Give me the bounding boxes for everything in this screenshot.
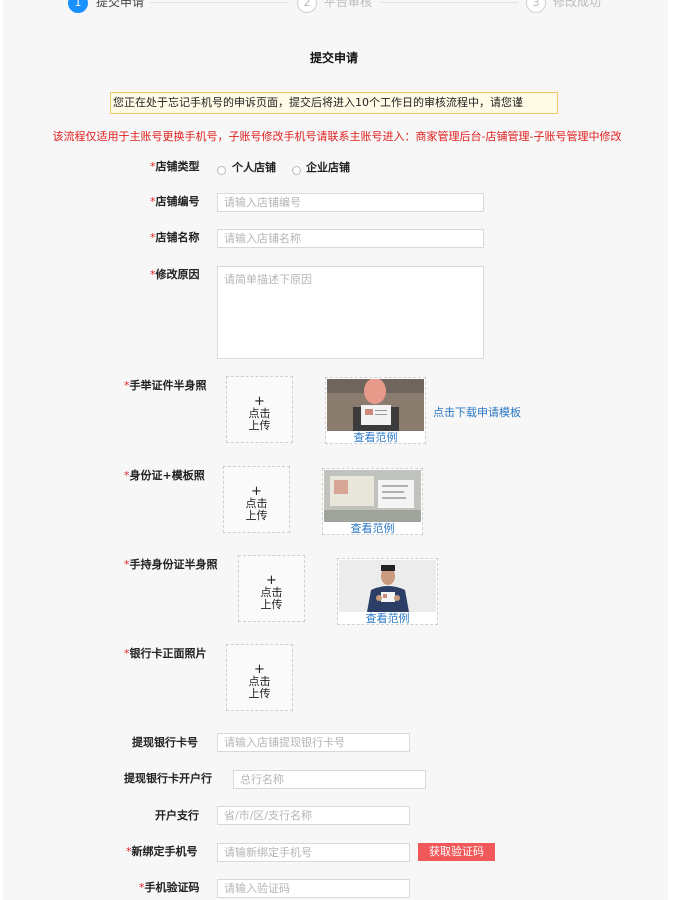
sms-code-label: *手机验证码 <box>139 881 200 894</box>
view-sample-link[interactable]: 查看范例 <box>338 612 437 626</box>
upload-label: 点击上传 <box>248 407 271 432</box>
step-3-label: 修改成功 <box>553 0 602 9</box>
sample-id-template: 查看范例 <box>322 468 423 535</box>
shop-name-label: *店铺名称 <box>150 231 200 244</box>
new-phone-input[interactable] <box>217 843 410 862</box>
bank-branch-label: 开户支行 <box>155 809 199 822</box>
page-title: 提交申请 <box>309 51 358 65</box>
sms-code-input[interactable] <box>217 879 410 898</box>
bank-name-label: 提现银行卡开户行 <box>124 772 212 785</box>
radio-label-enterprise[interactable]: 企业店铺 <box>306 161 350 175</box>
upload-id-template[interactable]: + 点击上传 <box>223 466 290 533</box>
upload-label: 点击上传 <box>245 497 268 522</box>
step-2-label: 平台审核 <box>324 0 373 9</box>
hold-id-half-label: *手持身份证半身照 <box>124 558 218 571</box>
bank-card-front-label: *银行卡正面照片 <box>124 647 207 660</box>
bank-name-input[interactable] <box>233 770 426 789</box>
shop-name-input[interactable] <box>217 229 484 248</box>
id-template-label: *身份证+模板照 <box>124 469 205 482</box>
step-divider <box>380 2 518 3</box>
step-divider <box>150 2 288 3</box>
new-phone-label: *新绑定手机号 <box>126 845 198 858</box>
radio-label-personal[interactable]: 个人店铺 <box>232 161 276 175</box>
notice-banner: 您正在处于忘记手机号的申诉页面，提交后将进入10个工作日的审核流程中，请您谨 <box>110 92 558 114</box>
step-1-label: 提交申请 <box>96 0 145 9</box>
warning-text: 该流程仅适用于主账号更换手机号，子账号修改手机号请联系主账号进入：商家管理后台-… <box>52 130 622 143</box>
reason-label: *修改原因 <box>150 268 200 281</box>
reason-textarea[interactable] <box>217 266 484 359</box>
bank-card-no-input[interactable] <box>217 733 410 752</box>
view-sample-link[interactable]: 查看范例 <box>323 522 422 536</box>
radio-personal-shop[interactable] <box>217 166 226 175</box>
upload-label: 点击上传 <box>260 586 283 611</box>
sample-image <box>327 379 424 431</box>
bank-card-no-label: 提现银行卡号 <box>132 736 198 749</box>
upload-photo-id-half[interactable]: + 点击上传 <box>226 376 293 443</box>
shop-id-label: *店铺编号 <box>150 195 200 208</box>
upload-label: 点击上传 <box>248 675 271 700</box>
download-template-link[interactable]: 点击下载申请模板 <box>433 404 521 420</box>
radio-enterprise-shop[interactable] <box>292 166 301 175</box>
shop-id-input[interactable] <box>217 193 484 212</box>
upload-bank-card-front[interactable]: + 点击上传 <box>226 644 293 711</box>
photo-id-half-label: *手举证件半身照 <box>124 379 207 392</box>
bank-branch-input[interactable] <box>217 806 410 825</box>
sample-hold-id-half: 查看范例 <box>337 558 438 625</box>
get-code-button[interactable]: 获取验证码 <box>418 843 495 861</box>
upload-hold-id-half[interactable]: + 点击上传 <box>238 555 305 622</box>
sample-image <box>339 560 436 612</box>
view-sample-link[interactable]: 查看范例 <box>326 431 425 445</box>
sample-photo-id-half: 查看范例 <box>325 377 426 444</box>
shop-type-label: *店铺类型 <box>150 160 200 173</box>
sample-image <box>324 470 421 522</box>
